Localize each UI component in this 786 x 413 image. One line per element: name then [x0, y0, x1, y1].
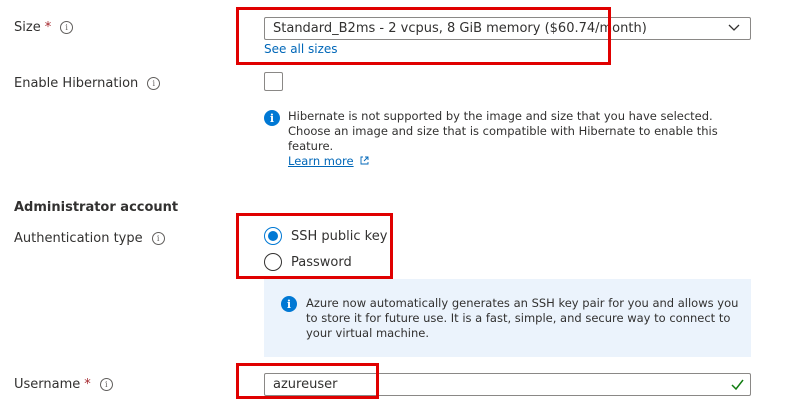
size-label: Size * i: [14, 20, 74, 35]
username-label-text: Username: [14, 377, 81, 392]
info-icon[interactable]: i: [99, 378, 113, 391]
info-icon: i: [264, 110, 280, 126]
hibernation-message-text: Hibernate is not supported by the image …: [288, 109, 718, 153]
required-asterisk: *: [44, 20, 52, 35]
authentication-type-label: Authentication type i: [14, 231, 165, 246]
info-icon[interactable]: i: [60, 21, 74, 34]
hibernation-label-text: Enable Hibernation: [14, 76, 139, 91]
info-icon: i: [281, 296, 297, 312]
learn-more-link[interactable]: Learn more: [288, 154, 354, 168]
size-label-text: Size: [14, 20, 41, 35]
section-heading-administrator: Administrator account: [14, 200, 179, 215]
hibernation-label: Enable Hibernation i: [14, 76, 161, 91]
info-icon[interactable]: i: [147, 77, 161, 90]
required-asterisk: *: [84, 377, 91, 392]
ssh-info-box: i Azure now automatically generates an S…: [264, 279, 751, 357]
ssh-info-message: Azure now automatically generates an SSH…: [306, 296, 739, 340]
checkmark-icon: [731, 379, 744, 390]
external-link-icon: [360, 156, 369, 165]
username-label: Username * i: [14, 377, 113, 392]
info-icon[interactable]: i: [151, 232, 165, 245]
hibernation-message: Hibernate is not supported by the image …: [288, 109, 738, 169]
authentication-type-label-text: Authentication type: [14, 231, 143, 246]
highlight-box-authentication: [236, 213, 393, 279]
highlight-box-username: [236, 363, 379, 399]
hibernation-checkbox[interactable]: [264, 72, 283, 91]
chevron-down-icon: [728, 24, 740, 31]
highlight-box-size: [236, 7, 611, 65]
